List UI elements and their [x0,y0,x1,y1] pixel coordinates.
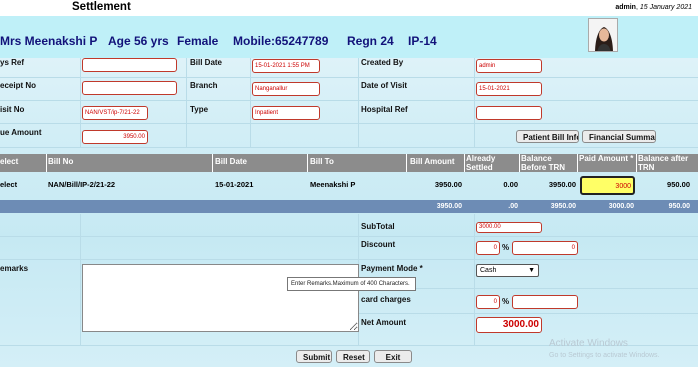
card-charges-amount-input[interactable] [512,295,578,309]
type-input[interactable]: Inpatient [252,106,320,120]
patient-gender: Female [177,34,219,48]
username: admin [615,4,636,11]
bill-date-label: Bill Date [190,58,223,67]
remarks-label: emarks [0,264,29,273]
submit-button[interactable]: Submit [296,350,332,363]
col-balance-after: Balance after TRN [638,154,689,172]
col-bill-no: Bill No [48,157,74,166]
patient-photo-icon [589,19,617,51]
current-date: 15 January 2021 [639,4,692,11]
sys-ref-input[interactable] [82,58,177,72]
col-select: elect [0,157,19,166]
card-charges-label: card charges [361,295,411,304]
activate-windows-title: Activate Windows [549,338,628,349]
patient-mobile: Mobile:65247789 [233,34,329,48]
created-by-label: Created By [361,58,404,67]
card-charges-percent-input[interactable]: 0 [476,295,500,309]
col-paid-amount: Paid Amount * [579,154,634,163]
discount-percent-input[interactable]: 0 [476,241,500,255]
discount-amount-input[interactable]: 0 [512,241,578,255]
bill-date-input[interactable]: 15-01-2021 1:55 PM [252,59,320,73]
exit-button[interactable]: Exit [374,350,412,363]
financial-summary-button[interactable]: Financial Summary [582,130,656,143]
user-info: admin, 15 January 2021 [615,4,692,11]
row-select[interactable]: elect [0,180,17,189]
row-already-settled: 0.00 [503,180,518,189]
visit-no-label: isit No [0,105,25,114]
date-of-visit-label: Date of Visit [361,81,408,90]
payment-mode-select[interactable]: Cash ▼ [476,264,539,277]
page-title: Settlement [72,1,131,13]
row-bill-date: 15-01-2021 [215,180,254,189]
row-bill-amount: 3950.00 [434,180,462,189]
row-balance-after: 950.00 [667,180,690,189]
net-amount-input[interactable]: 3000.00 [476,317,542,333]
col-already-settled: Already Settled [466,154,496,172]
patient-avatar [588,18,618,52]
col-bill-to: Bill To [310,157,334,166]
visit-no-input[interactable]: NAN/VST/ip-7/21-22 [82,106,148,120]
row-bill-no: NAN/Bill/IP-2/21-22 [48,180,116,189]
receipt-no-input[interactable] [82,81,177,95]
receipt-no-label: eceipt No [0,81,37,90]
patient-name: Mrs Meenakshi P [0,34,98,48]
patient-regn: Regn 24 [347,34,394,48]
due-amount-label: ue Amount [0,128,42,137]
payment-mode-value: Cash [480,267,497,274]
discount-label: Discount [361,240,396,249]
total-bill-amount: 3950.00 [436,203,462,210]
activate-windows-subtitle: Go to Settings to activate Windows. [549,352,660,359]
col-balance-before: Balance Before TRN [521,154,566,172]
patient-age: Age 56 yrs [108,34,169,48]
created-by-input[interactable]: admin [476,59,542,73]
payment-mode-label: Payment Mode * [361,264,423,273]
remarks-tooltip: Enter Remarks.Maximum of 400 Characters. [287,277,416,291]
sys-ref-label: ys Ref [0,58,25,67]
discount-percent-symbol: % [502,243,510,252]
row-balance-before: 3950.00 [548,180,576,189]
col-bill-date: Bill Date [215,157,248,166]
date-of-visit-input[interactable]: 15-01-2021 [476,82,542,96]
card-charges-percent-symbol: % [502,297,510,306]
net-amount-label: Net Amount [361,318,407,327]
remarks-textarea[interactable] [82,264,359,332]
subtotal-label: SubTotal [361,222,395,231]
branch-input[interactable]: Nanganallur [252,82,320,96]
type-label: Type [190,105,209,114]
reset-button[interactable]: Reset [336,350,370,363]
total-paid-amount: 3000.00 [608,203,634,210]
col-bill-amount: Bill Amount [410,157,455,166]
total-balance-after: 950.00 [668,203,690,210]
total-balance-before: 3950.00 [550,203,576,210]
paid-amount-input[interactable]: 3000 [580,176,635,195]
patient-bill-info-button[interactable]: Patient Bill Info [516,130,579,143]
branch-label: Branch [190,81,218,90]
patient-ip: IP-14 [408,34,437,48]
total-already-settled: .00 [508,203,518,210]
subtotal-input[interactable]: 3000.00 [476,222,542,233]
row-bill-to: Meenakshi P [310,180,356,189]
due-amount-input[interactable]: 3950.00 [82,130,148,144]
chevron-down-icon: ▼ [528,267,535,274]
hospital-ref-input[interactable] [476,106,542,120]
hospital-ref-label: Hospital Ref [361,105,408,114]
